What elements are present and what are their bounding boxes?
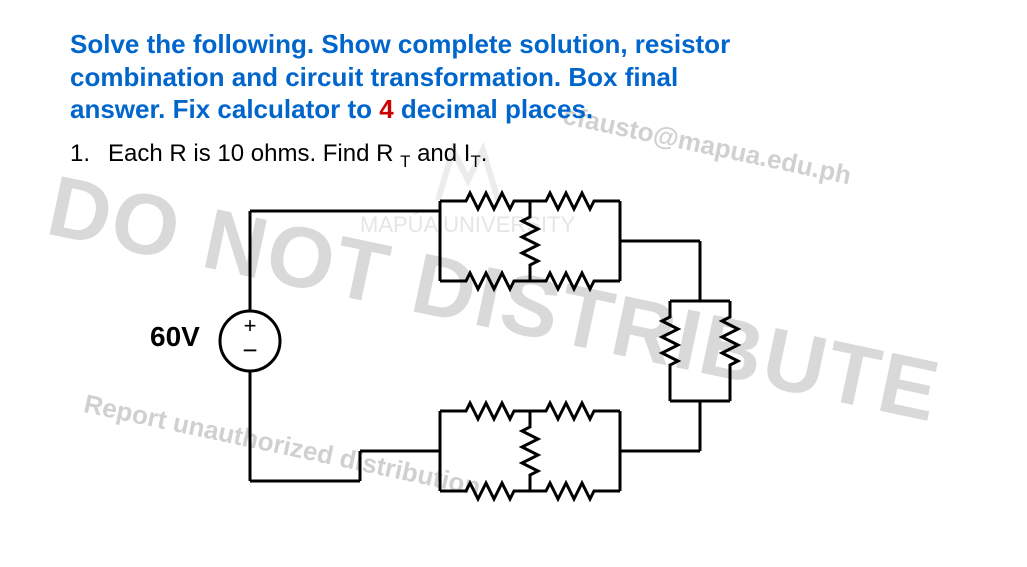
question-text-a: Each R is 10 ohms. Find R [108, 140, 400, 167]
resistor-block-1 [440, 193, 620, 289]
instruction-red: 4 [379, 94, 393, 124]
question-sub1: T [400, 151, 410, 170]
circuit-svg: + − [160, 181, 880, 511]
resistor-block-2 [662, 301, 738, 401]
polarity-minus: − [242, 335, 257, 365]
circuit-diagram: 60V + − [160, 181, 880, 511]
question-text-c: . [481, 140, 488, 167]
question-sub2: T [470, 151, 480, 170]
question-text-b: and I [410, 140, 470, 167]
question-number: 1. [70, 140, 90, 167]
instruction-line3b: decimal places. [394, 94, 593, 124]
resistor-block-3 [440, 403, 620, 499]
instruction-line3a: answer. Fix calculator to [70, 94, 379, 124]
voltage-source-label: 60V [150, 321, 200, 353]
instruction-line2: combination and circuit transformation. … [70, 62, 678, 92]
instruction-line1: Solve the following. Show complete solut… [70, 29, 730, 59]
instruction-block: Solve the following. Show complete solut… [70, 28, 957, 126]
page-content: Solve the following. Show complete solut… [0, 0, 1027, 531]
question-line: 1. Each R is 10 ohms. Find R T and IT. [70, 140, 957, 172]
